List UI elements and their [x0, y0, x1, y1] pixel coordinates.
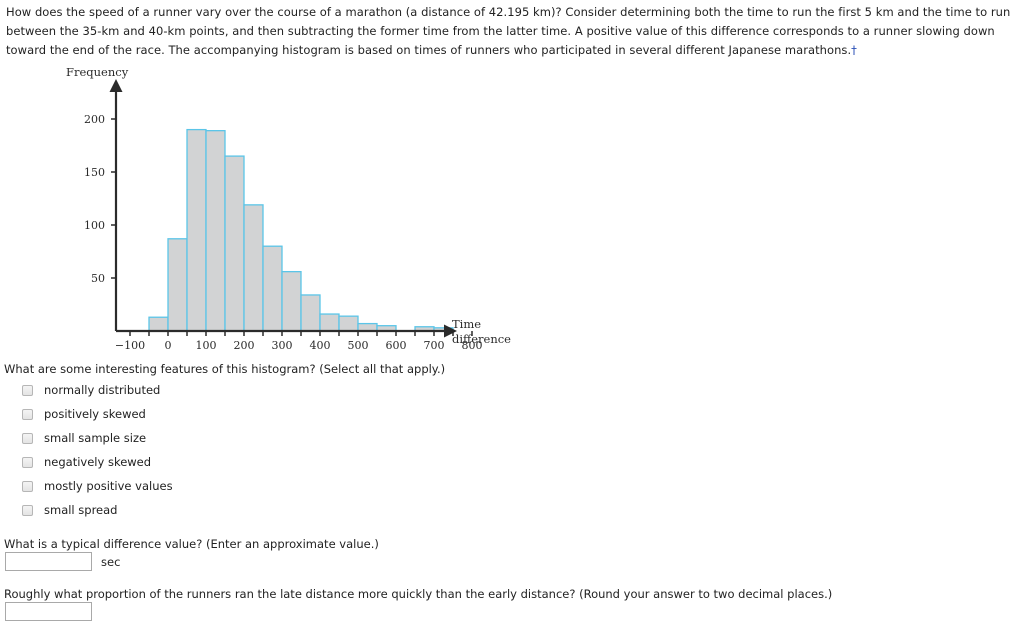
histogram-bar	[186, 128, 207, 332]
y-tick-label: 100	[84, 219, 105, 232]
histogram-bar	[148, 316, 169, 332]
question-3-answer-row	[5, 602, 92, 621]
x-tick-label: −100	[115, 339, 145, 352]
option-label: positively skewed	[44, 407, 146, 421]
question-1-options: normally distributed positively skewed sma…	[22, 378, 442, 522]
y-axis-title: Frequency	[66, 65, 129, 79]
histogram-bar	[243, 204, 264, 332]
problem-statement-text: How does the speed of a runner vary over…	[6, 5, 1011, 57]
option-row[interactable]: small sample size	[22, 426, 442, 450]
y-tick-label: 50	[91, 272, 105, 285]
histogram-bar	[224, 155, 245, 332]
histogram-bar	[167, 238, 188, 332]
histogram-svg: Frequency Time difference −100 0 100 200 300…	[66, 65, 511, 352]
histogram-bar	[357, 322, 378, 332]
histogram-bar	[300, 294, 321, 332]
x-axis-title-line1: Time	[452, 317, 481, 331]
x-tick-label: 600	[386, 339, 407, 352]
option-row[interactable]: small spread	[22, 498, 442, 522]
checkbox-icon[interactable]	[22, 504, 33, 516]
y-tick-label: 150	[84, 166, 105, 179]
option-label: negatively skewed	[44, 455, 152, 469]
option-label: small spread	[44, 503, 118, 517]
x-tick-label: 800	[462, 339, 483, 352]
x-tick-label: 100	[196, 339, 217, 352]
footnote-marker: †	[851, 43, 857, 57]
y-tick-label: 200	[84, 113, 105, 126]
x-tick-label: 0	[165, 339, 172, 352]
option-label: small sample size	[44, 431, 147, 445]
unit-label-sec: sec	[101, 554, 121, 569]
problem-statement: How does the speed of a runner vary over…	[6, 3, 1020, 60]
histogram-bars	[148, 128, 454, 332]
x-tick-label: 400	[310, 339, 331, 352]
option-row[interactable]: normally distributed	[22, 378, 442, 402]
histogram-bar	[262, 245, 283, 332]
proportion-input[interactable]	[5, 602, 92, 621]
x-tick-label: 700	[424, 339, 445, 352]
typical-difference-input[interactable]	[5, 552, 92, 571]
x-tick-label: 300	[272, 339, 293, 352]
question-2-prompt: What is a typical difference value? (Ent…	[4, 537, 379, 551]
option-row[interactable]: negatively skewed	[22, 450, 442, 474]
option-label: normally distributed	[44, 383, 161, 397]
histogram-bar	[205, 130, 226, 332]
checkbox-icon[interactable]	[22, 480, 33, 492]
checkbox-icon[interactable]	[22, 432, 33, 444]
option-row[interactable]: mostly positive values	[22, 474, 442, 498]
histogram-bar	[281, 270, 302, 332]
question-1-prompt: What are some interesting features of th…	[4, 362, 446, 376]
option-label: mostly positive values	[44, 479, 173, 493]
x-tick-label: 200	[234, 339, 255, 352]
question-2-answer-row: sec	[5, 552, 120, 571]
histogram-bar	[319, 313, 340, 332]
question-3-prompt: Roughly what proportion of the runners r…	[4, 587, 833, 601]
option-row[interactable]: positively skewed	[22, 402, 442, 426]
checkbox-icon[interactable]	[22, 384, 33, 396]
histogram-figure: Frequency Time difference −100 0 100 200 300…	[0, 58, 620, 358]
x-tick-label: 500	[348, 339, 369, 352]
checkbox-icon[interactable]	[22, 408, 33, 420]
histogram-bar	[338, 315, 359, 332]
checkbox-icon[interactable]	[22, 456, 33, 468]
